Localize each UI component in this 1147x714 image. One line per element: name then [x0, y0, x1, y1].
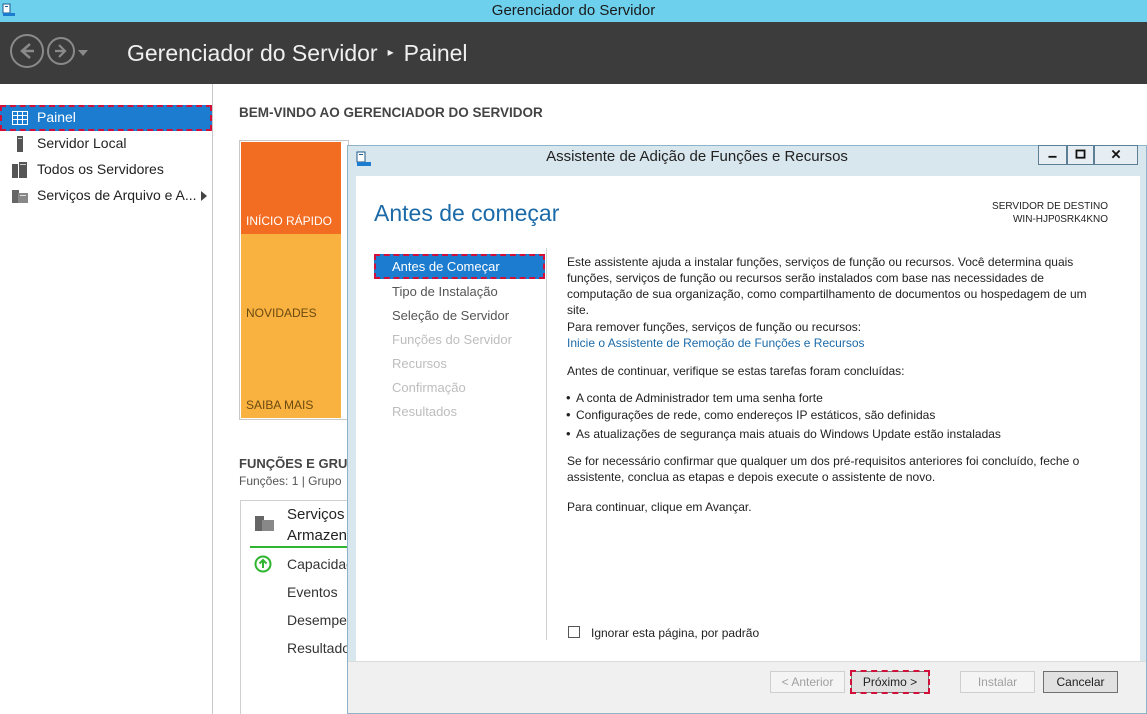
tile-label: INÍCIO RÁPIDO: [246, 214, 333, 228]
sidebar-item-label: Serviços de Arquivo e A...: [37, 187, 197, 203]
role-name-line2: Armazen: [287, 527, 348, 544]
tile-news[interactable]: NOVIDADES: [241, 234, 341, 326]
roles-section-subtitle: Funções: 1 | Grupo: [239, 474, 342, 488]
minimize-button[interactable]: [1038, 145, 1067, 165]
role-line-events[interactable]: Eventos: [287, 584, 338, 600]
wizard-step-confirmacao: Confirmação: [392, 380, 466, 395]
window-title: Gerenciador do Servidor: [491, 2, 656, 19]
sidebar-item-todos-servidores[interactable]: Todos os Servidores: [0, 157, 212, 183]
install-button: Instalar: [960, 671, 1035, 693]
prereq-bullet-text: As atualizações de segurança mais atuais…: [576, 427, 1001, 441]
roles-section-title: FUNÇÕES E GRU: [239, 456, 348, 471]
tile-label: SAIBA MAIS: [246, 398, 314, 412]
role-name-line1: Serviços: [287, 506, 345, 523]
file-services-icon: [12, 190, 28, 203]
cancel-button[interactable]: Cancelar: [1043, 671, 1118, 693]
header-bar: Gerenciador do Servidor ▸ Painel: [0, 22, 1147, 84]
sidebar-item-label: Painel: [37, 109, 76, 125]
tile-label: NOVIDADES: [246, 306, 317, 320]
dashboard-icon: [12, 111, 28, 125]
breadcrumb-separator-icon: ▸: [387, 44, 394, 59]
prereq-bullet: A conta de Administrador tem uma senha f…: [566, 390, 823, 405]
sidebar-item-servidor-local[interactable]: Servidor Local: [0, 131, 212, 157]
destination-server-name: WIN-HJP0SRK4KNO: [1012, 214, 1108, 225]
server-manager-app-icon: [2, 3, 15, 16]
steps-divider: [546, 248, 547, 640]
tile-learn-more[interactable]: SAIBA MAIS: [241, 326, 341, 418]
continue-paragraph: Para continuar, clique em Avançar.: [567, 500, 752, 514]
forward-arrow-icon: [55, 44, 67, 58]
status-ok-icon: [254, 555, 272, 573]
wizard-step-selecao-servidor[interactable]: Seleção de Servidor: [392, 308, 509, 323]
wizard-step-tipo-instalacao[interactable]: Tipo de Instalação: [392, 284, 498, 299]
maximize-button[interactable]: [1067, 145, 1094, 165]
welcome-heading: BEM-VINDO AO GERENCIADOR DO SERVIDOR: [239, 105, 543, 120]
wizard-step-recursos: Recursos: [392, 356, 447, 371]
page-heading: Antes de começar: [374, 200, 560, 226]
next-button[interactable]: Próximo >: [850, 670, 930, 694]
wizard-step-resultados: Resultados: [392, 404, 458, 419]
skip-page-label[interactable]: Ignorar esta página, por padrão: [591, 626, 759, 640]
prereq-bullet-text: Configurações de rede, como endereços IP…: [576, 408, 936, 422]
wizard-step-funcoes-servidor: Funções do Servidor: [392, 332, 512, 347]
breadcrumb: Gerenciador do Servidor ▸ Painel: [127, 40, 468, 67]
forward-button[interactable]: [47, 37, 75, 65]
sidebar: Painel Servidor Local Todos os Servidore…: [0, 84, 213, 714]
back-arrow-icon: [20, 43, 34, 59]
prereq-bullet: As atualizações de segurança mais atuais…: [566, 426, 1001, 441]
close-icon: [1111, 149, 1121, 159]
confirm-paragraph: Se for necessário confirmar que qualquer…: [567, 454, 1080, 484]
intro-paragraph: Este assistente ajuda a instalar funções…: [567, 255, 1087, 317]
sidebar-item-label: Servidor Local: [37, 135, 127, 151]
sidebar-item-painel[interactable]: Painel: [0, 105, 212, 131]
previous-button: < Anterior: [770, 671, 845, 693]
dialog-title: Assistente de Adição de Funções e Recurs…: [546, 148, 848, 165]
role-status-bar: [250, 546, 350, 548]
wizard-step-label: Antes de Começar: [392, 259, 500, 274]
nav-history-dropdown-icon[interactable]: [78, 50, 88, 56]
role-line-performance[interactable]: Desempe: [287, 612, 347, 628]
breadcrumb-current: Painel: [403, 40, 468, 66]
minimize-icon: [1048, 155, 1057, 158]
prereq-bullet-text: A conta de Administrador tem uma senha f…: [576, 391, 823, 405]
window-titlebar: Gerenciador do Servidor: [0, 0, 1147, 22]
wizard-step-antes-de-comecar[interactable]: Antes de Começar: [374, 254, 545, 279]
breadcrumb-root[interactable]: Gerenciador do Servidor: [127, 40, 378, 66]
remove-paragraph: Para remover funções, serviços de função…: [567, 320, 862, 334]
back-button[interactable]: [10, 34, 44, 68]
file-storage-icon: [255, 516, 274, 531]
sidebar-item-label: Todos os Servidores: [37, 161, 164, 177]
role-line-results[interactable]: Resultado: [287, 640, 350, 656]
submenu-arrow-icon[interactable]: [201, 191, 207, 201]
role-line-capacity[interactable]: Capacidad: [287, 556, 354, 572]
server-icon: [17, 136, 23, 152]
skip-page-checkbox[interactable]: [568, 626, 580, 638]
servers-icon: [12, 162, 27, 178]
sidebar-item-servicos-arquivo[interactable]: Serviços de Arquivo e A...: [0, 183, 212, 209]
close-button[interactable]: [1094, 145, 1138, 165]
maximize-icon: [1075, 149, 1086, 159]
prereq-bullet: Configurações de rede, como endereços IP…: [566, 407, 935, 422]
destination-server-label: SERVIDOR DE DESTINO: [992, 201, 1108, 212]
tile-quick-start[interactable]: INÍCIO RÁPIDO: [241, 142, 341, 234]
prereq-paragraph: Antes de continuar, verifique se estas t…: [567, 364, 905, 378]
remove-wizard-link[interactable]: Inicie o Assistente de Remoção de Funçõe…: [567, 335, 865, 351]
